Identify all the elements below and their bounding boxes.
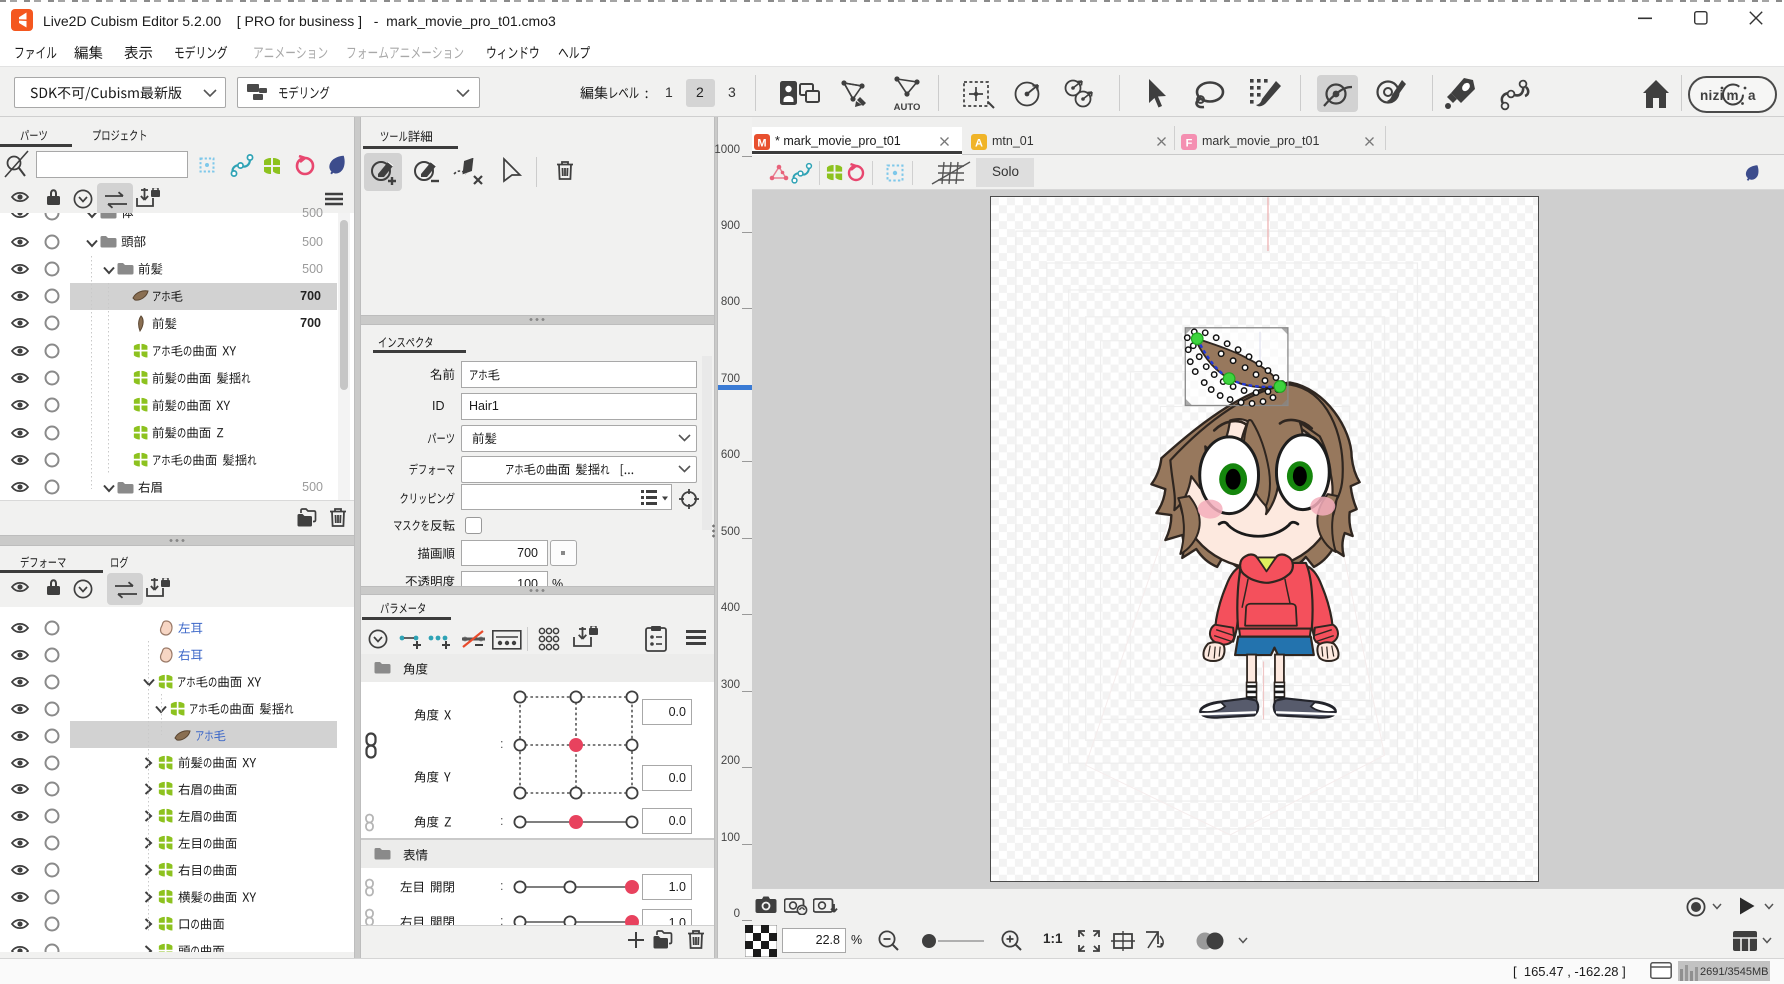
svg-text:AUTO: AUTO xyxy=(894,102,921,112)
svg-text:m: m xyxy=(1727,88,1739,103)
svg-text:nizi: nizi xyxy=(1700,88,1724,103)
svg-text:M: M xyxy=(757,138,766,150)
svg-text:a: a xyxy=(1748,88,1756,103)
svg-text:A: A xyxy=(975,138,983,150)
svg-text:F: F xyxy=(1186,138,1193,150)
